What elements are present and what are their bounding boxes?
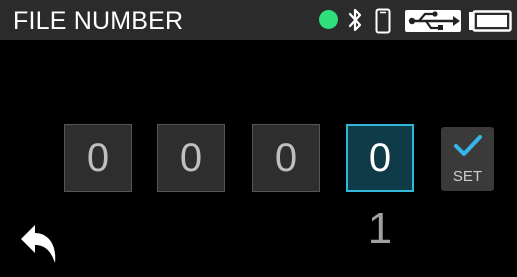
set-button-label: SET <box>452 168 483 185</box>
file-number-screen: FILE NUMBER 0 0 0 0 SET 1 <box>0 0 517 277</box>
status-led-icon <box>319 10 338 29</box>
battery-icon <box>469 10 512 32</box>
bluetooth-icon <box>348 8 362 32</box>
back-arrow-icon[interactable] <box>17 223 63 269</box>
header-bar: FILE NUMBER <box>0 0 517 40</box>
set-button[interactable]: SET <box>441 127 494 191</box>
digit-box-2[interactable]: 0 <box>157 124 225 192</box>
checkmark-icon <box>454 135 482 156</box>
page-title: FILE NUMBER <box>13 7 184 35</box>
usb-icon <box>405 10 461 32</box>
file-number-value: 1 <box>367 204 393 253</box>
digit-box-3[interactable]: 0 <box>252 124 320 192</box>
phone-icon <box>375 8 391 34</box>
digit-box-4-selected[interactable]: 0 <box>346 124 414 192</box>
digit-box-1[interactable]: 0 <box>64 124 132 192</box>
